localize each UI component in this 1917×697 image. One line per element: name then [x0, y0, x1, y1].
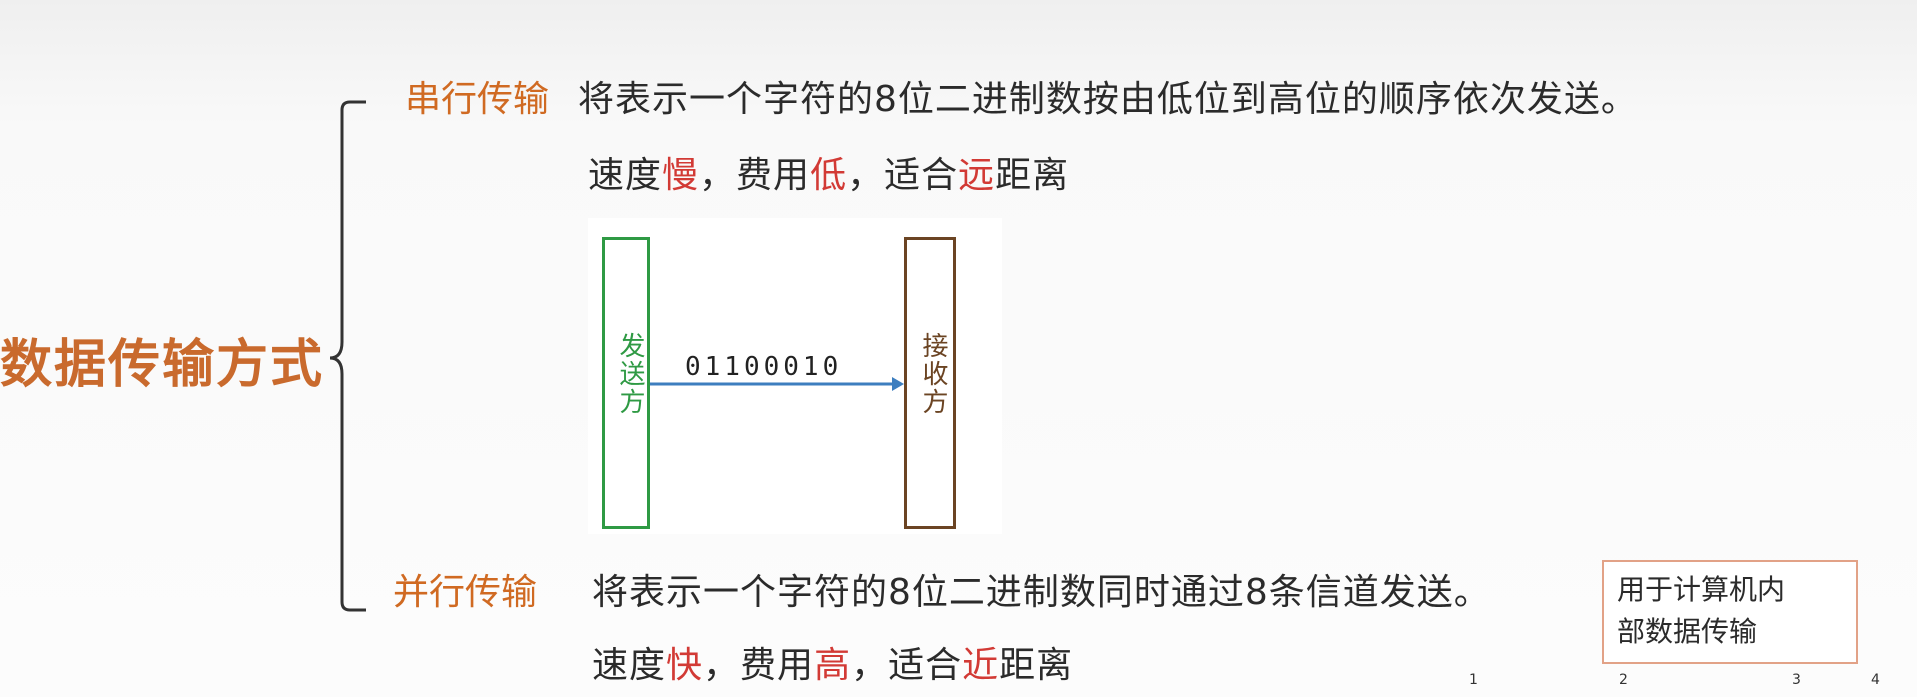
trait-value: 近: [962, 645, 1000, 686]
trait-value: 高: [814, 645, 852, 686]
trait-label: 速度: [592, 645, 667, 686]
trait-label: 费用: [740, 645, 815, 686]
parallel-traits: 速度快，费用高，适合近距离: [592, 645, 1074, 686]
receiver-label: 接收方: [918, 332, 948, 416]
tick-mark: 2: [1619, 672, 1628, 688]
tick-mark: 4: [1871, 672, 1880, 688]
serial-description: 将表示一个字符的8位二进制数按由低位到高位的顺序依次发送。: [578, 79, 1638, 120]
serial-title: 串行传输: [405, 79, 550, 120]
serial-traits: 速度慢，费用低，适合远距离: [588, 155, 1070, 196]
trait-value: 快: [666, 645, 704, 686]
parallel-title: 并行传输: [393, 572, 538, 613]
trait-label: 速度: [588, 155, 663, 196]
tick-mark: 3: [1792, 672, 1801, 688]
note-line: 用于计算机内: [1617, 573, 1786, 606]
sender-label: 发送方: [615, 332, 645, 416]
trait-suffix: 距离: [999, 645, 1074, 686]
trait-label: 适合: [884, 155, 959, 196]
note-line: 部数据传输: [1617, 615, 1758, 648]
tick-mark: 1: [1469, 672, 1478, 688]
trait-value: 慢: [662, 155, 700, 196]
trait-value: 低: [810, 155, 848, 196]
trait-value: 远: [958, 155, 996, 196]
trait-label: 适合: [888, 645, 963, 686]
transmission-arrow: [650, 377, 904, 391]
trait-label: 费用: [736, 155, 811, 196]
bracket: [330, 100, 366, 612]
parallel-description: 将表示一个字符的8位二进制数同时通过8条信道发送。: [592, 572, 1491, 613]
trait-suffix: 距离: [995, 155, 1070, 196]
root-title: 数据传输方式: [0, 335, 325, 395]
